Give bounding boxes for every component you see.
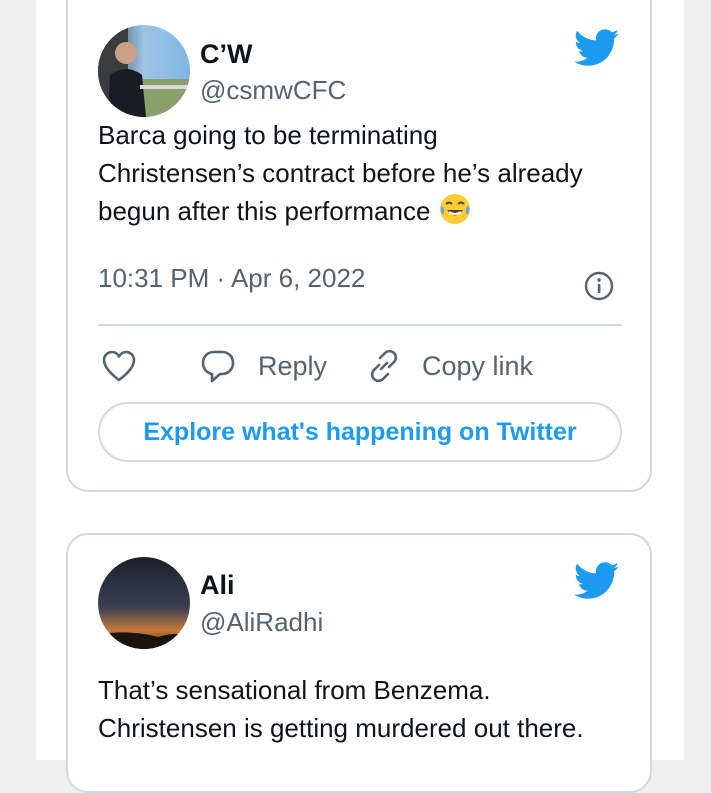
tweet-text: That’s sensational from Benzema. Christe… bbox=[98, 671, 638, 747]
display-name[interactable]: Ali bbox=[200, 570, 235, 601]
avatar[interactable] bbox=[98, 25, 190, 117]
twitter-bird-icon[interactable] bbox=[574, 29, 620, 67]
copy-link-button[interactable]: Copy link bbox=[366, 346, 533, 386]
tweet-text-line: begun after this performance bbox=[98, 192, 638, 230]
copy-link-label: Copy link bbox=[422, 350, 534, 381]
info-icon[interactable] bbox=[584, 271, 614, 301]
like-button[interactable] bbox=[101, 346, 137, 386]
tweet-card: C’W @csmwCFC Barca going to be terminati… bbox=[66, 0, 652, 492]
tweet-text-line: Barca going to be terminating bbox=[98, 120, 438, 150]
explore-twitter-button[interactable]: Explore what's happening on Twitter bbox=[98, 402, 622, 462]
user-handle[interactable]: @AliRadhi bbox=[200, 607, 323, 638]
tweet-text: Barca going to be terminating Christense… bbox=[98, 116, 638, 230]
tweet-card: Ali @AliRadhi That’s sensational from Be… bbox=[66, 533, 652, 793]
tweet-text-line: That’s sensational from Benzema. bbox=[98, 675, 491, 705]
page: C’W @csmwCFC Barca going to be terminati… bbox=[36, 0, 684, 793]
twitter-bird-icon[interactable] bbox=[574, 562, 620, 600]
tweet-timestamp[interactable]: 10:31 PM · Apr 6, 2022 bbox=[98, 263, 365, 294]
heart-icon bbox=[102, 350, 136, 382]
avatar[interactable] bbox=[98, 557, 190, 649]
face-with-tears-of-joy-icon bbox=[439, 194, 470, 224]
link-icon bbox=[370, 349, 398, 383]
reply-bubble-icon bbox=[201, 350, 235, 383]
tweet-text-line: Christensen is getting murdered out ther… bbox=[98, 713, 584, 743]
reply-label: Reply bbox=[258, 350, 328, 381]
reply-button[interactable]: Reply bbox=[200, 346, 327, 386]
divider bbox=[98, 324, 622, 326]
user-handle[interactable]: @csmwCFC bbox=[200, 75, 346, 106]
tweet-text-line: Christensen’s contract before he’s alrea… bbox=[98, 158, 583, 188]
display-name[interactable]: C’W bbox=[200, 39, 252, 70]
